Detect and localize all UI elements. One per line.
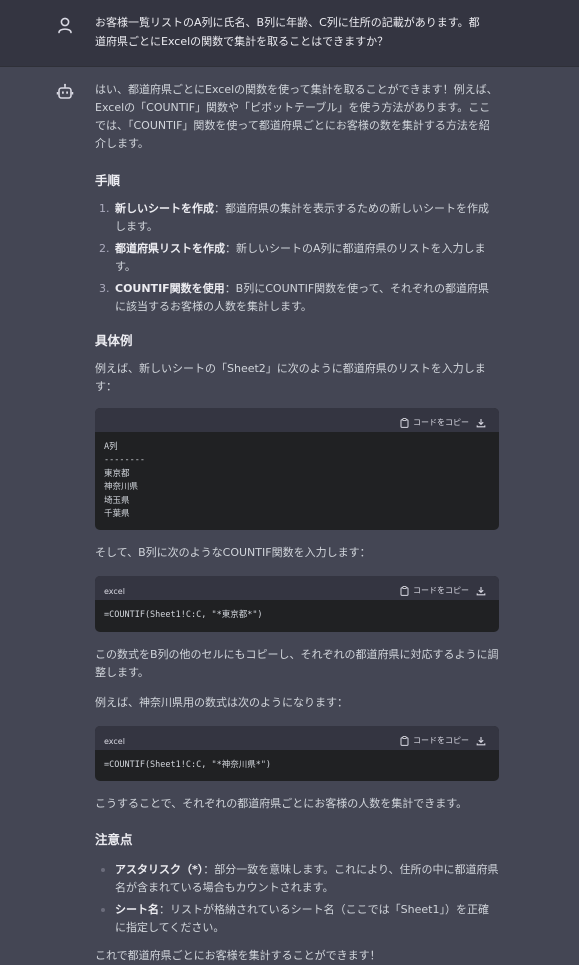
copy-code-button[interactable]: コードをコピー bbox=[400, 582, 469, 600]
note-title: シート名 bbox=[115, 903, 159, 917]
paragraph-result: こうすることで、それぞれの都道府県ごとにお客様の人数を集計できます。 bbox=[95, 797, 468, 811]
code-language-label: excel bbox=[104, 587, 125, 597]
note-item: アスタリスク（*）：部分一致を意味します。これにより、住所の中に都道府県名が含ま… bbox=[95, 861, 499, 897]
step-title: COUNTIF関数を使用 bbox=[115, 282, 225, 295]
copy-code-button[interactable]: コードをコピー bbox=[400, 414, 469, 432]
code-content: =COUNTIF(Sheet1!C:C, "*神奈川県*") bbox=[104, 759, 272, 770]
download-icon bbox=[476, 587, 486, 596]
user-avatar-icon bbox=[58, 17, 72, 34]
notes-list: アスタリスク（*）：部分一致を意味します。これにより、住所の中に都道府県名が含ま… bbox=[95, 861, 499, 937]
clipboard-icon bbox=[400, 586, 409, 597]
code-block-header: excel コードをコピー bbox=[95, 725, 499, 750]
step-title: 都道府県リストを作成 bbox=[115, 242, 225, 255]
notes-heading: 注意点 bbox=[95, 832, 133, 848]
steps-heading: 手順 bbox=[95, 173, 121, 188]
user-message: お客様一覧リストのA列に氏名、B列に年齢、C列に住所の記載があります。都道府県ご… bbox=[0, 0, 579, 67]
steps-list: 1. 新しいシートを作成：都道府県の集計を表示するための新しいシートを作成します。… bbox=[95, 200, 499, 316]
step-item: 3. COUNTIF関数を使用：B列にCOUNTIF関数を使って、それぞれの都道府… bbox=[95, 280, 499, 316]
step-number: 1. bbox=[99, 202, 110, 215]
note-title: アスタリスク（*） bbox=[115, 863, 204, 877]
copy-code-label: コードをコピー bbox=[413, 586, 469, 596]
download-code-button[interactable] bbox=[476, 418, 486, 428]
code-block-kanagawa: excel コードをコピー =COUNTIF(Sheet1!C:C, "*神奈川… bbox=[95, 725, 499, 782]
download-icon bbox=[476, 419, 486, 428]
user-message-text: お客様一覧リストのA列に氏名、B列に年齢、C列に住所の記載があります。都道府県ご… bbox=[95, 16, 480, 48]
download-code-button[interactable] bbox=[476, 736, 486, 746]
note-item: シート名：リストが格納されているシート名（ここでは「Sheet1」）を正確に指定… bbox=[95, 901, 499, 937]
paragraph-copy-formula: この数式をB列の他のセルにもコピーし、それぞれの都道府県に対応するように調整しま… bbox=[95, 647, 499, 679]
code-actions: コードをコピー bbox=[400, 732, 486, 750]
example-heading: 具体例 bbox=[95, 333, 133, 348]
code-block-header: excel コードをコピー bbox=[95, 576, 499, 601]
paragraph-countif-input: そして、B列に次のようなCOUNTIF関数を入力します： bbox=[95, 546, 371, 560]
clipboard-icon bbox=[400, 735, 409, 746]
code-actions: コードをコピー bbox=[400, 414, 486, 432]
bullet-icon bbox=[101, 868, 105, 873]
bot-avatar-icon bbox=[56, 83, 74, 99]
closing-paragraph: これで都道府県ごとにお客様を集計することができます！ bbox=[95, 949, 381, 963]
code-block-prefecture-list: コードをコピー A列 -------- 東京都 神奈川県 埼玉県 千葉県 bbox=[95, 408, 499, 531]
assistant-message-content: はい、都道府県ごとにExcelの関数を使って集計を取ることができます！例えば、E… bbox=[95, 81, 499, 965]
step-number: 2. bbox=[99, 242, 110, 255]
intro-paragraph: はい、都道府県ごとにExcelの関数を使って集計を取ることができます！例えば、E… bbox=[95, 83, 498, 150]
code-content: =COUNTIF(Sheet1!C:C, "*東京都*") bbox=[104, 610, 263, 621]
download-icon bbox=[476, 736, 486, 746]
download-code-button[interactable] bbox=[476, 586, 486, 596]
example-intro: 例えば、新しいシートの「Sheet2」に次のように都道府県のリストを入力します： bbox=[95, 362, 486, 393]
note-text: ：リストが格納されているシート名（ここでは「Sheet1」）を正確に指定してくだ… bbox=[115, 903, 489, 935]
paragraph-kanagawa: 例えば、神奈川県用の数式は次のようになります： bbox=[95, 695, 348, 709]
code-actions: コードをコピー bbox=[400, 582, 486, 600]
code-content: A列 -------- 東京都 神奈川県 埼玉県 千葉県 bbox=[104, 442, 145, 520]
copy-code-button[interactable]: コードをコピー bbox=[400, 732, 469, 750]
code-language-label: excel bbox=[104, 736, 125, 746]
code-block-header: コードをコピー bbox=[95, 408, 499, 432]
code-block-tokyo: excel コードをコピー =COUNTIF(Sheet1!C:C, "*東京都… bbox=[95, 576, 499, 632]
copy-code-label: コードをコピー bbox=[413, 418, 469, 427]
step-number: 3. bbox=[99, 282, 110, 295]
copy-code-label: コードをコピー bbox=[413, 735, 469, 745]
step-item: 2. 都道府県リストを作成：新しいシートのA列に都道府県のリストを入力します。 bbox=[95, 240, 499, 276]
assistant-message: はい、都道府県ごとにExcelの関数を使って集計を取ることができます！例えば、E… bbox=[0, 67, 579, 965]
clipboard-icon bbox=[400, 418, 409, 428]
step-item: 1. 新しいシートを作成：都道府県の集計を表示するための新しいシートを作成します。 bbox=[95, 200, 499, 236]
step-title: 新しいシートを作成 bbox=[115, 202, 214, 215]
bullet-icon bbox=[101, 908, 105, 913]
